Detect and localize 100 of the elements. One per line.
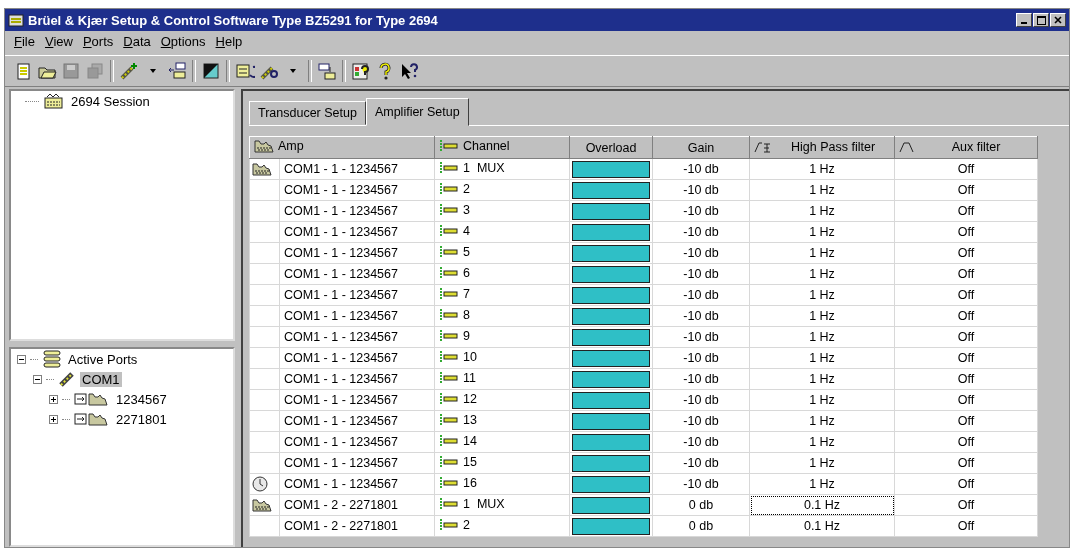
channel-icon — [439, 328, 459, 343]
channel-cell: 11 — [463, 370, 476, 385]
amp-cell: COM1 - 1 - 1234567 — [279, 326, 435, 348]
gain-cell: -10 db — [652, 326, 750, 348]
tree-item[interactable]: 2694 Session — [69, 93, 152, 109]
menu-item[interactable]: Help — [210, 34, 248, 52]
amplifier-icon — [252, 498, 272, 512]
channel-icon — [439, 433, 459, 448]
channel-cell: 1 MUX — [463, 160, 505, 175]
tab[interactable]: Amplifier Setup — [365, 98, 469, 126]
aux-filter-cell: Off — [894, 158, 1038, 180]
filter-cell: 0.1 Hz — [749, 494, 895, 516]
expand-icon[interactable] — [49, 414, 58, 424]
aux-filter-cell: Off — [894, 179, 1038, 201]
tree-item[interactable]: 1234567 — [114, 391, 169, 407]
channel-cell: 12 — [463, 391, 477, 406]
filter-cell: 1 Hz — [749, 452, 895, 474]
maximize-icon — [1036, 15, 1046, 25]
amplifier-icon — [252, 162, 272, 176]
gain-cell: 0 db — [652, 494, 750, 516]
gain-cell: -10 db — [652, 242, 750, 264]
channel-icon — [439, 202, 459, 217]
close-icon — [1054, 16, 1062, 24]
channel-cell: 1 MUX — [463, 496, 505, 511]
gain-cell: -10 db — [652, 158, 750, 180]
column-header[interactable]: High Pass filter — [749, 136, 895, 159]
channel-icon — [439, 412, 459, 427]
filter-cell: 1 Hz — [749, 368, 895, 390]
collapse-icon[interactable] — [17, 354, 26, 364]
menu-item[interactable]: Options — [155, 34, 211, 52]
band-pass-icon — [899, 140, 915, 153]
amplifier-icon — [254, 139, 274, 153]
tree-item[interactable]: COM1 — [80, 371, 122, 387]
channel-icon — [439, 160, 459, 175]
column-header[interactable]: Gain — [652, 136, 750, 159]
filter-cell: 1 Hz — [749, 305, 895, 327]
menu-item[interactable]: File — [9, 34, 40, 52]
session-icon — [43, 93, 65, 109]
tab[interactable]: Transducer Setup — [249, 101, 366, 125]
column-header[interactable]: Channel — [434, 136, 570, 159]
column-header[interactable]: Amp — [249, 136, 435, 159]
tree-item[interactable]: Active Ports — [66, 351, 140, 367]
amp-cell: COM1 - 1 - 1234567 — [279, 431, 435, 453]
close-button[interactable] — [1050, 13, 1066, 27]
collapse-icon[interactable] — [33, 374, 42, 384]
filter-cell: 1 Hz — [749, 410, 895, 432]
channel-icon — [439, 307, 459, 322]
filter-cell: 1 Hz — [749, 389, 895, 411]
channel-cell: 10 — [463, 349, 477, 364]
tree-item[interactable]: 2271801 — [114, 411, 169, 427]
channel-cell: 15 — [463, 454, 477, 469]
minimize-button[interactable] — [1016, 13, 1032, 27]
window-title: Brüel & Kjær Setup & Control Software Type BZ5291 for Type 2694 — [28, 12, 439, 28]
aux-filter-cell: Off — [894, 494, 1038, 516]
gain-cell: -10 db — [652, 263, 750, 285]
gain-cell: -10 db — [652, 431, 750, 453]
aux-filter-cell: Off — [894, 473, 1038, 495]
column-header[interactable]: Aux filter — [894, 136, 1038, 159]
channel-icon — [439, 223, 459, 238]
channel-cell: 4 — [463, 223, 470, 238]
amp-cell: COM1 - 2 - 2271801 — [279, 515, 435, 537]
aux-filter-cell: Off — [894, 515, 1038, 537]
channel-icon — [439, 475, 459, 490]
amp-cell: COM1 - 1 - 1234567 — [279, 242, 435, 264]
amp-cell: COM1 - 1 - 1234567 — [279, 452, 435, 474]
gain-cell: -10 db — [652, 452, 750, 474]
aux-filter-cell: Off — [894, 200, 1038, 222]
aux-filter-cell: Off — [894, 221, 1038, 243]
menu-item[interactable]: View — [39, 34, 78, 52]
amp-cell: COM1 - 1 - 1234567 — [279, 200, 435, 222]
maximize-button[interactable] — [1033, 13, 1049, 27]
aux-filter-cell: Off — [894, 347, 1038, 369]
filter-cell: 1 Hz — [749, 431, 895, 453]
menu-item[interactable]: Ports — [77, 34, 119, 52]
channel-cell: 8 — [463, 307, 470, 322]
gain-cell: -10 db — [652, 347, 750, 369]
channel-icon — [439, 244, 459, 259]
channel-icon — [439, 496, 459, 511]
menu-item[interactable]: Data — [118, 34, 156, 52]
column-header[interactable]: Overload — [569, 136, 653, 159]
aux-filter-cell: Off — [894, 242, 1038, 264]
channel-cell: 13 — [463, 412, 477, 427]
filter-cell: 1 Hz — [749, 179, 895, 201]
amp-cell: COM1 - 1 - 1234567 — [279, 389, 435, 411]
filter-cell: 1 Hz — [749, 326, 895, 348]
gain-cell: -10 db — [652, 284, 750, 306]
aux-filter-cell: Off — [894, 263, 1038, 285]
filter-cell: 0.1 Hz — [749, 515, 895, 537]
filter-cell: 1 Hz — [749, 200, 895, 222]
channel-cell: 16 — [463, 475, 477, 490]
expand-icon[interactable] — [49, 394, 58, 404]
channel-cell: 5 — [463, 244, 470, 259]
amp-cell: COM1 - 1 - 1234567 — [279, 179, 435, 201]
gain-cell: -10 db — [652, 179, 750, 201]
amp-cell: COM1 - 1 - 1234567 — [279, 347, 435, 369]
gain-cell: -10 db — [652, 368, 750, 390]
aux-filter-cell: Off — [894, 389, 1038, 411]
aux-filter-cell: Off — [894, 284, 1038, 306]
app-icon — [8, 13, 24, 27]
plug-icon — [58, 371, 76, 387]
